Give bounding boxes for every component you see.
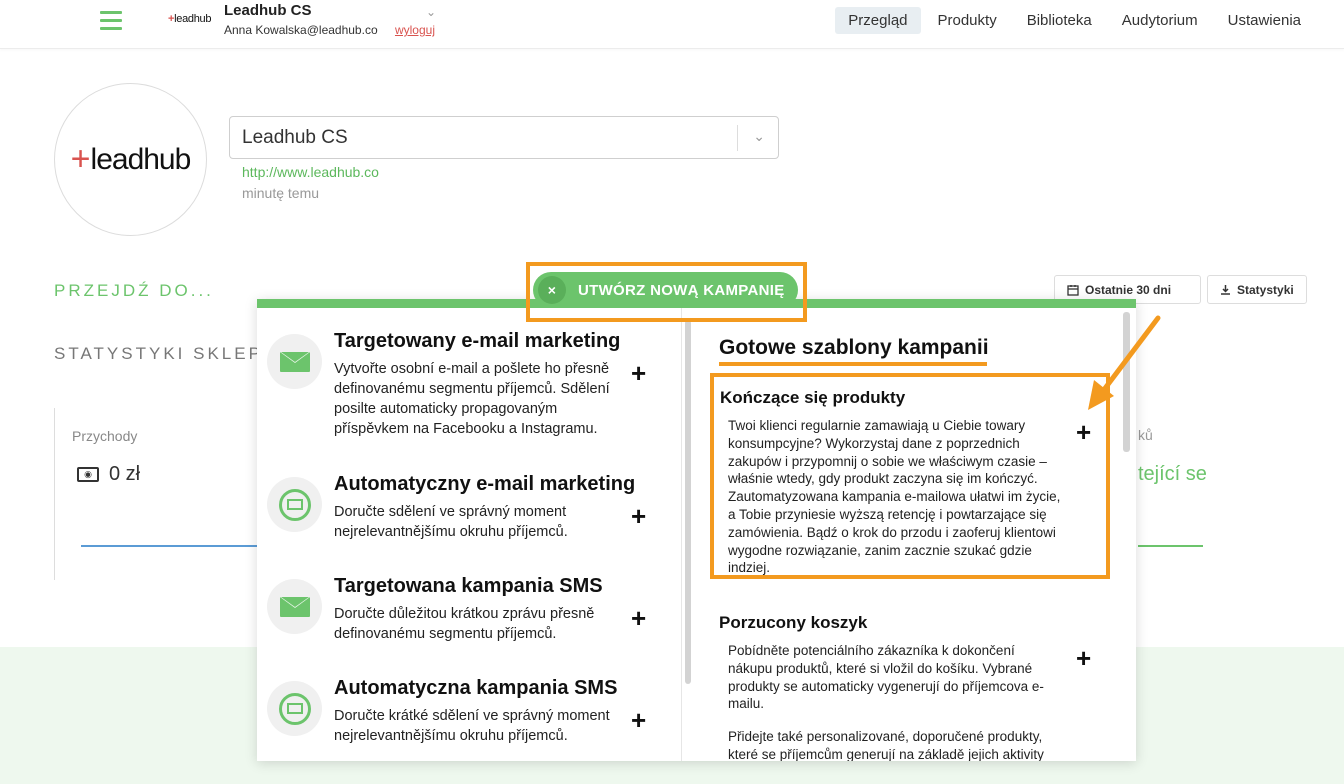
store-url-link[interactable]: http://www.leadhub.co [242, 164, 379, 180]
auto-email-icon [278, 488, 311, 521]
nav-settings[interactable]: Ustawienia [1215, 7, 1314, 34]
chevron-down-icon[interactable]: ⌄ [426, 5, 436, 19]
header-logo[interactable]: +leadhub [168, 13, 211, 25]
account-switcher[interactable]: Leadhub CS Anna Kowalska@leadhub.co wylo… [224, 2, 435, 37]
hamburger-menu-icon[interactable] [100, 11, 122, 31]
top-bar: +leadhub Leadhub CS Anna Kowalska@leadhu… [0, 0, 1344, 49]
add-campaign-button[interactable]: + [631, 605, 646, 631]
template-title[interactable]: Kończące się produkty [720, 388, 905, 408]
stat-label-partial: ků [1138, 427, 1153, 443]
add-template-button[interactable]: + [1076, 645, 1091, 671]
store-logo: + leadhub [54, 83, 207, 236]
chevron-down-icon[interactable]: ⌄ [753, 128, 765, 145]
calendar-icon [1067, 284, 1079, 296]
goto-heading[interactable]: PRZEJDŹ DO... [54, 281, 214, 301]
add-template-button[interactable]: + [1076, 419, 1091, 445]
envelope-icon [279, 596, 310, 617]
left-scrollbar[interactable] [685, 320, 691, 684]
create-button-highlight [526, 262, 807, 322]
cash-icon: ◉ [77, 467, 99, 482]
logout-link[interactable]: wyloguj [395, 23, 435, 37]
arrow-annotation-icon [1088, 315, 1161, 410]
account-user: Anna Kowalska@leadhub.co wyloguj [224, 23, 435, 37]
stat-trend-line [1138, 545, 1203, 547]
stats-heading: STATYSTYKI SKLEPU [54, 344, 279, 363]
store-select[interactable]: Leadhub CS ⌄ [229, 116, 779, 159]
template-desc: Twoi klienci regularnie zamawiają u Cieb… [728, 418, 1061, 576]
envelope-icon [279, 351, 310, 372]
stat-value-partial: tející se [1138, 463, 1207, 485]
statistics-button[interactable]: Statystyki [1207, 275, 1307, 304]
template-desc: Přidejte také personalizované, doporučen… [728, 729, 1044, 761]
revenue-value: 0 zł [109, 463, 141, 485]
campaign-types-list: Targetowany e-mail marketing Vytvořte os… [257, 308, 681, 761]
download-icon [1221, 285, 1230, 295]
account-name: Leadhub CS [224, 2, 312, 19]
new-campaign-modal: Targetowany e-mail marketing Vytvořte os… [257, 299, 1136, 761]
revenue-label: Przychody [72, 428, 138, 444]
nav-library[interactable]: Biblioteka [1014, 7, 1105, 34]
store-updated: minutę temu [242, 185, 320, 201]
revenue-trend-line [81, 545, 271, 547]
templates-heading: Gotowe szablony kampanii [719, 336, 989, 359]
nav-products[interactable]: Produkty [925, 7, 1010, 34]
nav-overview[interactable]: Przegląd [835, 7, 921, 34]
main-nav: Przegląd Produkty Biblioteka Audytorium … [835, 7, 1314, 34]
nav-audience[interactable]: Audytorium [1109, 7, 1211, 34]
add-campaign-button[interactable]: + [631, 503, 646, 529]
template-title[interactable]: Porzucony koszyk [719, 613, 867, 633]
revenue-card: Przychody ◉ 0 zł [54, 408, 271, 580]
add-campaign-button[interactable]: + [631, 360, 646, 386]
auto-sms-icon [278, 692, 311, 725]
template-desc: Pobídněte potenciálního zákazníka k doko… [728, 643, 1044, 712]
add-campaign-button[interactable]: + [631, 707, 646, 733]
